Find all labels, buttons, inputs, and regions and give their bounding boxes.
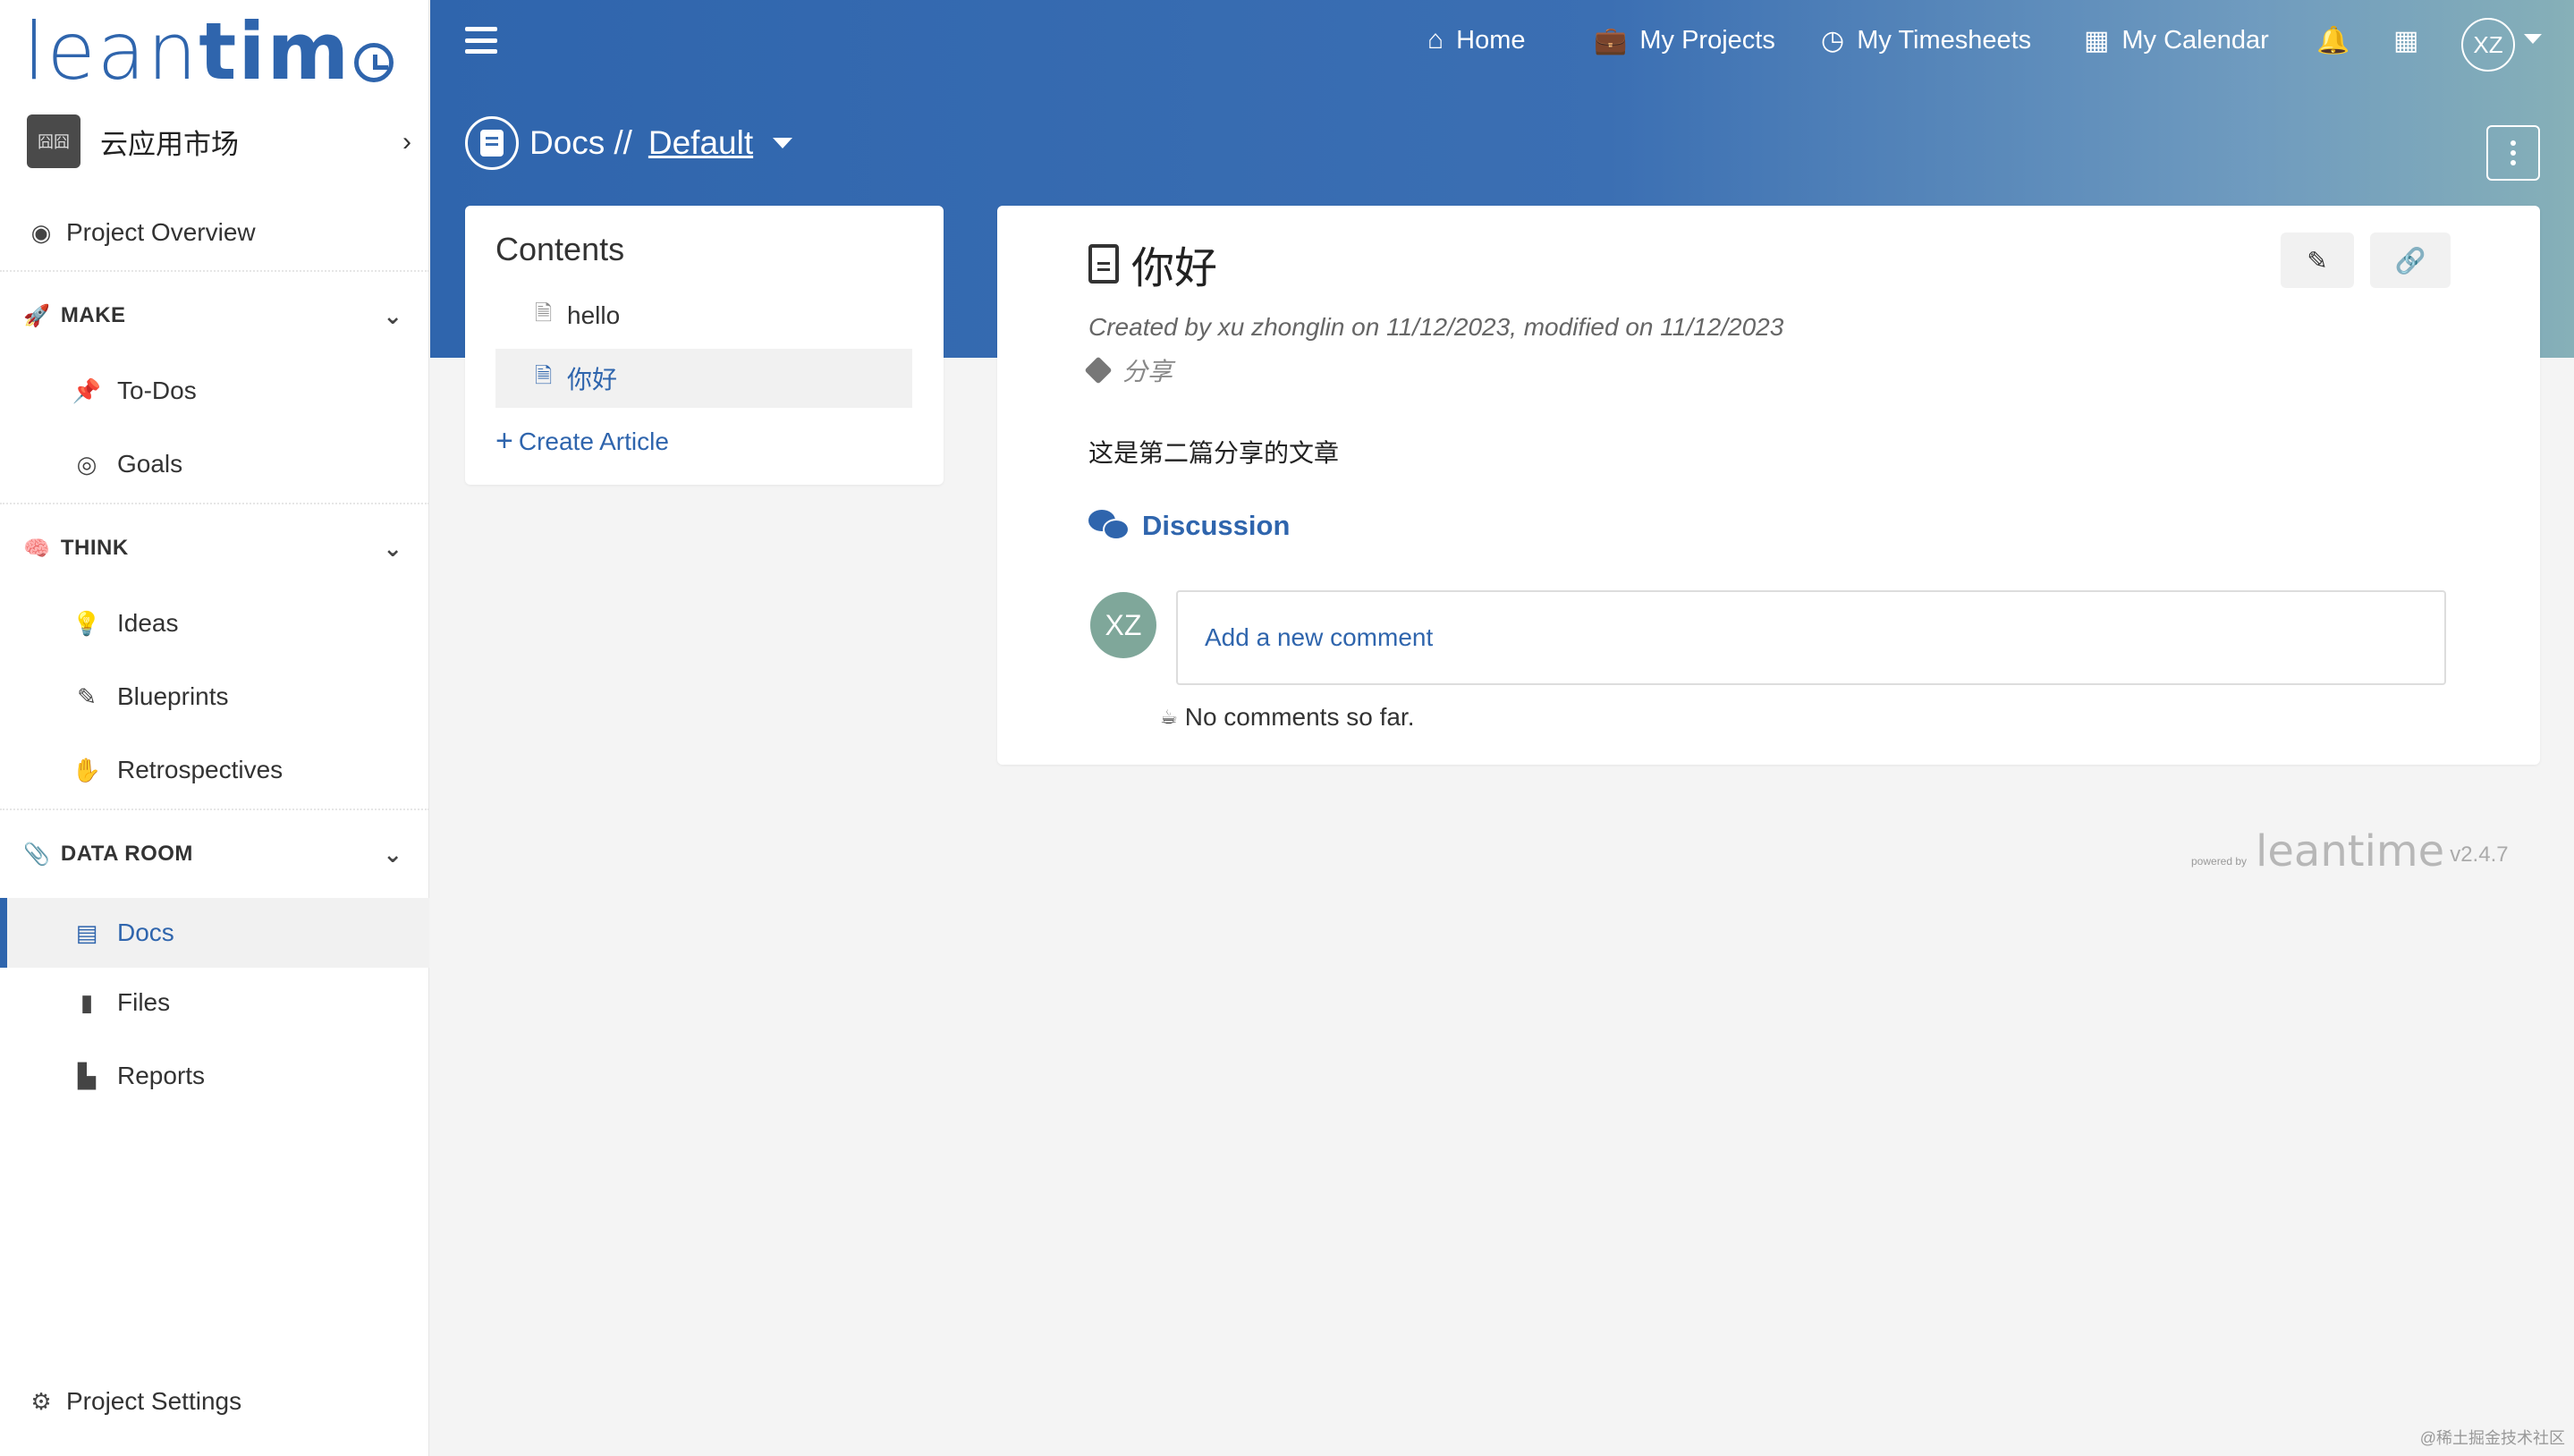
powered-by-footer[interactable]: powered by leantime v2.4.7 [2191,830,2509,873]
clock-icon: ◷ [1821,26,1845,55]
caret-down-icon[interactable] [2524,34,2542,44]
breadcrumb: Docs // Default [465,116,793,170]
leantime-logo[interactable]: lean tim [23,13,394,91]
article-title: 你好 [1088,233,1217,295]
sidebar-item-project-overview[interactable]: ◉ Project Overview [0,201,429,264]
document-icon: 🗎 [535,363,553,388]
sidebar-item-todos[interactable]: 📌 To-Dos [0,360,429,422]
grid-icon: ▦ [2393,26,2419,55]
compass-drafting-icon: ✎ [77,682,97,710]
divider [0,808,429,810]
user-avatar[interactable]: XZ [2461,18,2515,72]
document-icon: 🗎 [535,301,553,326]
nav-my-calendar[interactable]: ▦ My Calendar [2084,25,2269,56]
section-think[interactable]: 🧠 THINK ⌄ [0,517,429,580]
book-icon: ▤ [75,918,98,946]
document-icon [1088,244,1119,284]
article-item-nihao[interactable]: 🗎 你好 [495,349,912,408]
sidebar-item-retrospectives[interactable]: ✋ Retrospectives [0,739,429,801]
section-make[interactable]: 🚀 MAKE ⌄ [0,284,429,347]
project-thumbnail: 囧囧 [27,114,80,168]
comments-icon [1088,510,1130,542]
file-icon: ▮ [80,988,94,1016]
comment-input[interactable] [1176,590,2446,685]
section-data-room[interactable]: 📎 DATA ROOM ⌄ [0,823,429,885]
brain-icon: 🧠 [23,536,50,561]
project-selector[interactable]: 囧囧 云应用市场 › [27,114,411,168]
edit-button[interactable]: ✎ [2281,233,2354,288]
home-icon: ⌂ [1427,25,1444,55]
nav-home[interactable]: ⌂ Home [1427,25,1525,55]
copy-link-button[interactable]: 🔗 [2370,233,2451,288]
docs-icon [465,116,519,170]
gear-icon: ⚙ [30,1387,52,1415]
no-comments-message: ☕ No comments so far. [1160,703,1415,731]
contents-title: Contents [495,231,625,267]
sidebar-item-files[interactable]: ▮ Files [0,971,429,1034]
caret-down-icon[interactable] [773,138,793,148]
sidebar: lean tim 囧囧 云应用市场 › ◉ Project Overview 🚀 … [0,0,429,1456]
pin-icon: 📌 [72,377,102,404]
tag-icon [1084,356,1113,385]
chevron-down-icon: ⌄ [383,840,402,868]
divider [0,503,429,504]
article-item-hello[interactable]: 🗎 hello [495,286,912,345]
create-article-link[interactable]: + Create Article [495,424,669,459]
bell-icon: 🔔 [2316,26,2350,55]
calendar-icon: ▦ [2084,26,2110,55]
rocket-icon: 🚀 [23,303,50,328]
article-panel: 你好 ✎ 🔗 Created by xu zhonglin on 11/12/2… [997,206,2540,765]
divider [0,270,429,272]
chevron-down-icon: ⌄ [383,534,402,562]
chevron-right-icon: › [402,127,411,157]
sidebar-item-project-settings[interactable]: ⚙ Project Settings [0,1370,429,1433]
hand-icon: ✋ [72,756,102,783]
plus-icon: + [495,424,513,458]
project-name: 云应用市场 [100,128,239,161]
sidebar-item-goals[interactable]: ◎ Goals [0,433,429,495]
target-icon: ◎ [76,450,97,478]
coffee-icon: ☕ [1160,706,1178,728]
nav-my-projects[interactable]: 💼 My Projects [1594,25,1775,56]
sidebar-item-docs[interactable]: ▤ Docs [0,898,429,968]
paperclip-icon: 📎 [23,842,50,867]
menu-toggle-button[interactable] [465,27,497,54]
watermark: @稀土掘金技术社区 [2419,1429,2565,1447]
notifications-button[interactable]: 🔔 [2316,25,2362,56]
commenter-avatar: XZ [1090,592,1156,658]
sidebar-item-ideas[interactable]: 💡 Ideas [0,592,429,655]
contents-panel: Contents 🗎 hello 🗎 你好 + Create Article [465,206,944,485]
article-meta: Created by xu zhonglin on 11/12/2023, mo… [1088,313,1784,341]
edit-icon: ✎ [2307,246,2328,275]
chart-bar-icon: ▙ [78,1062,96,1089]
dashboard-icon: ◉ [30,218,52,246]
sidebar-item-reports[interactable]: ▙ Reports [0,1045,429,1107]
link-icon: 🔗 [2394,246,2426,275]
lightbulb-icon: 💡 [72,609,102,637]
sidebar-item-blueprints[interactable]: ✎ Blueprints [0,665,429,728]
logo-clock-icon [354,43,394,82]
briefcase-icon: 💼 [1594,26,1628,55]
board-selector[interactable]: Default [648,124,753,162]
chevron-down-icon: ⌄ [383,301,402,329]
article-tags: 分享 [1084,352,1173,388]
discussion-heading: Discussion [1088,510,1290,542]
article-body: 这是第二篇分享的文章 [1088,438,1340,468]
nav-my-timesheets[interactable]: ◷ My Timesheets [1821,25,2031,56]
app-switcher-button[interactable]: ▦ [2393,25,2431,56]
more-options-button[interactable] [2486,125,2540,181]
